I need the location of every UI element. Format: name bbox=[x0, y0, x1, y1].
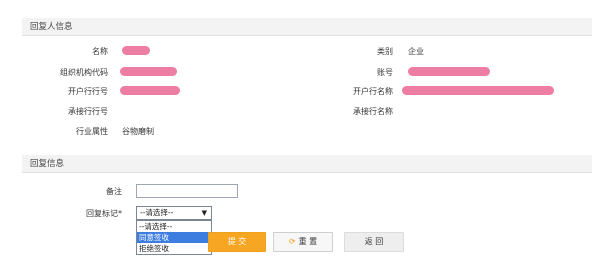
required-mark: * bbox=[118, 209, 122, 218]
category-value: 企业 bbox=[408, 47, 424, 56]
industry-value: 谷物磨制 bbox=[122, 127, 154, 136]
reply-flag-dropdown: --请选择-- 同意签收 拒绝签收 bbox=[136, 220, 212, 255]
reply-flag-option[interactable]: 拒绝签收 bbox=[137, 243, 211, 254]
refresh-icon: ⟳ bbox=[288, 237, 296, 246]
reply-flag-option-highlighted[interactable]: 同意签收 bbox=[137, 232, 211, 243]
industry-label: 行业属性 bbox=[76, 127, 108, 136]
account-redaction bbox=[408, 67, 490, 76]
back-button[interactable]: 返 回 bbox=[344, 232, 404, 252]
reply-flag-option[interactable]: --请选择-- bbox=[137, 221, 211, 232]
reply-flag-select[interactable]: --请选择-- ▼ bbox=[136, 206, 212, 220]
reply-flag-selected-value: --请选择-- bbox=[140, 208, 174, 217]
reply-person-section-header: 回复人信息 bbox=[22, 18, 592, 36]
accept-bank-no-label: 承接行行号 bbox=[68, 107, 108, 116]
name-redaction bbox=[122, 46, 150, 55]
bank-no-redaction bbox=[120, 86, 180, 95]
reply-info-section-header: 回复信息 bbox=[22, 155, 592, 173]
reply-flag-label: 回复标记* bbox=[86, 208, 122, 219]
remark-label: 备注 bbox=[106, 187, 122, 196]
caret-down-icon: ▼ bbox=[201, 209, 207, 217]
category-label: 类别 bbox=[377, 47, 393, 56]
org-code-label: 组织机构代码 bbox=[60, 68, 108, 77]
name-label: 名称 bbox=[92, 47, 108, 56]
reset-button-label: 重 置 bbox=[298, 237, 318, 246]
bank-no-label: 开户行行号 bbox=[68, 87, 108, 96]
bank-name-redaction bbox=[402, 86, 554, 95]
reset-button[interactable]: ⟳ 重 置 bbox=[273, 232, 333, 252]
accept-bank-name-label: 承接行名称 bbox=[353, 107, 393, 116]
org-code-redaction bbox=[120, 67, 177, 76]
account-label: 账号 bbox=[377, 68, 393, 77]
remark-input[interactable] bbox=[136, 184, 238, 198]
submit-button[interactable]: 提 交 bbox=[208, 232, 266, 252]
reply-flag-label-text: 回复标记 bbox=[86, 209, 118, 218]
bank-name-label: 开户行名称 bbox=[353, 87, 393, 96]
